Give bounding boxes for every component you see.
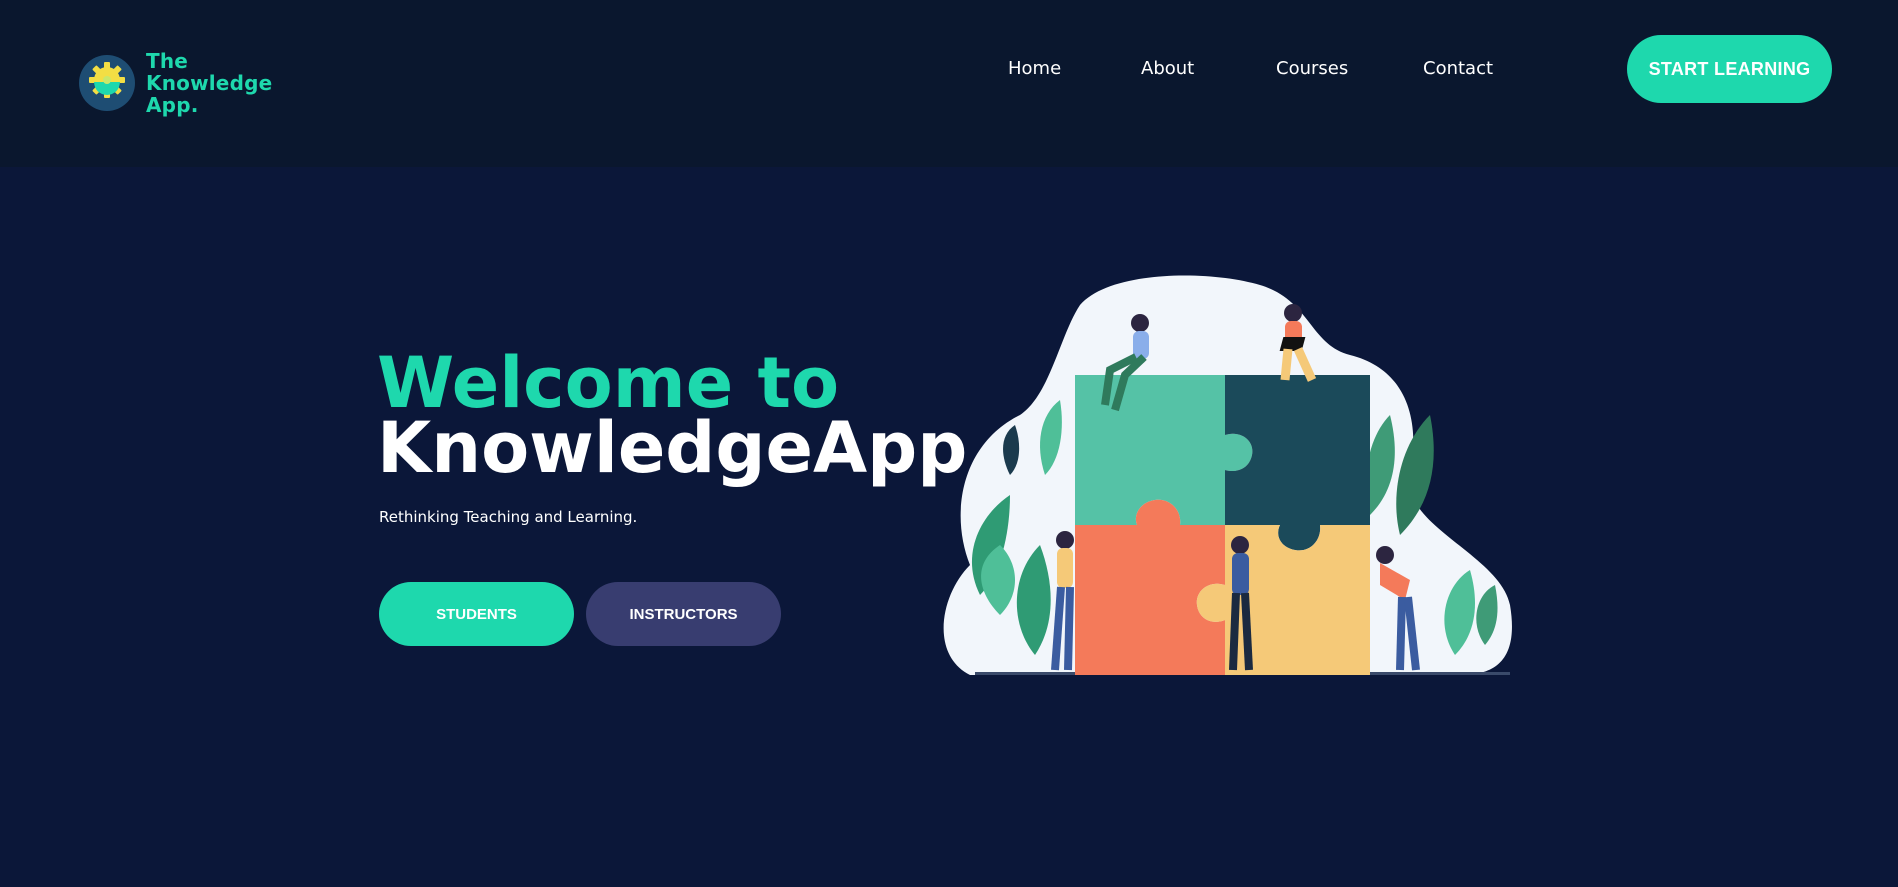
instructors-button[interactable]: INSTRUCTORS (586, 582, 781, 646)
hero-title-app-name: KnowledgeApp (377, 407, 968, 489)
brand-line-1: The (146, 49, 189, 73)
start-learning-button[interactable]: START LEARNING (1627, 35, 1832, 103)
brand-name: The Knowledge App. (146, 50, 272, 116)
brand-line-2: Knowledge (146, 71, 273, 95)
nav-contact[interactable]: Contact (1423, 58, 1493, 79)
puzzle-team-illustration (943, 275, 1512, 675)
students-button[interactable]: STUDENTS (379, 582, 574, 646)
hero-subtitle: Rethinking Teaching and Learning. (379, 508, 638, 526)
site-header: The Knowledge App. Home About Courses Co… (0, 0, 1898, 167)
brand-line-3: App. (146, 93, 199, 117)
nav-courses[interactable]: Courses (1276, 58, 1348, 79)
nav-about[interactable]: About (1141, 58, 1194, 79)
nav-home[interactable]: Home (1008, 58, 1061, 79)
brand-logo[interactable]: The Knowledge App. (78, 50, 272, 116)
gear-brain-icon (79, 55, 135, 111)
